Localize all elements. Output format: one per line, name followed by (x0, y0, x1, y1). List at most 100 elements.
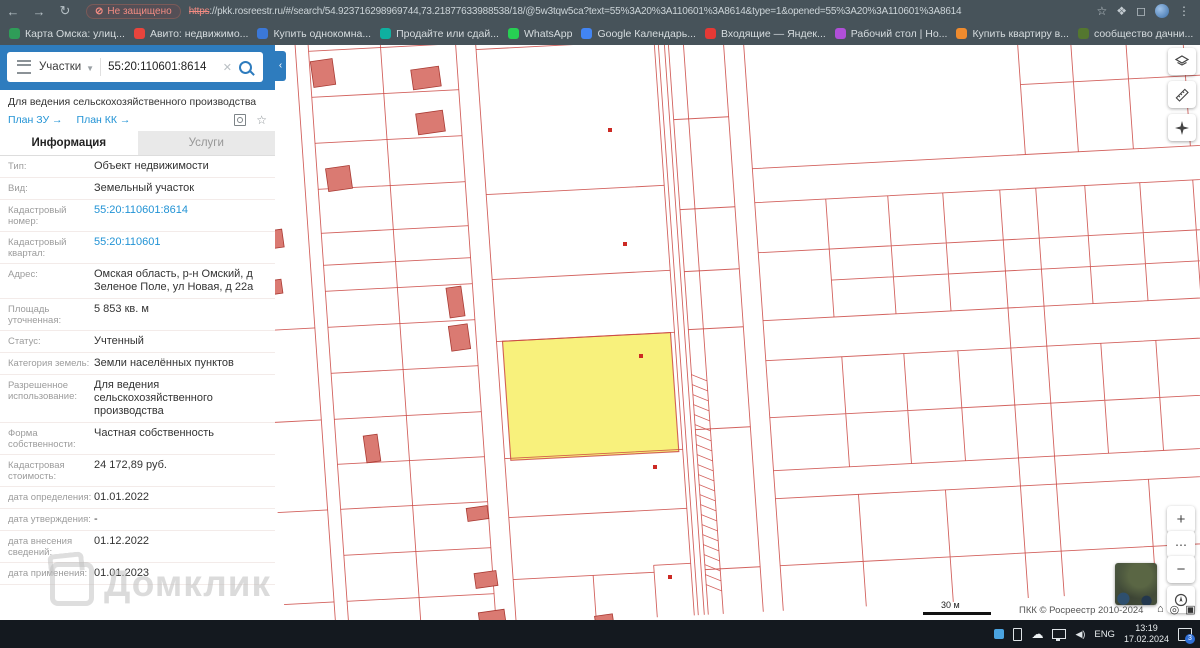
address-bar-row: ← → ↻ ⊘ Не защищено https://pkk.rosreest… (0, 0, 1200, 22)
defender-icon[interactable] (994, 629, 1004, 639)
attribute-label: Форма собственности: (8, 427, 94, 450)
minus-icon: − (1177, 561, 1186, 578)
browser-toolbar: ← → ↻ ⊘ Не защищено https://pkk.rosreest… (0, 0, 1200, 45)
menu-burger-icon[interactable] (17, 60, 31, 74)
divider (100, 58, 101, 76)
chevron-down-icon[interactable]: ▼ (86, 64, 94, 73)
speaker-icon[interactable]: ◀) (1075, 629, 1085, 640)
zoom-to-parcel-icon[interactable] (234, 114, 246, 126)
clear-search-icon[interactable]: ✕ (223, 61, 232, 74)
dots-icon: ⋯ (1175, 538, 1187, 552)
attribute-label: Кадастровый номер: (8, 204, 94, 227)
attribute-row: Кадастровый номер:55:20:110601:8614 (0, 200, 275, 232)
bookmark-star-icon[interactable]: ☆ (1097, 4, 1108, 18)
language-indicator[interactable]: ENG (1094, 629, 1115, 640)
bookmark-item[interactable]: Купить однокомна... (257, 28, 371, 40)
attribute-label: дата утверждения: (8, 513, 94, 526)
url-input[interactable]: https://pkk.rosreestr.ru/#/search/54.923… (189, 6, 1091, 17)
attribute-rows: Тип:Объект недвижимостиВид:Земельный уча… (0, 156, 275, 585)
display-icon[interactable] (1052, 629, 1066, 639)
bookmark-favicon (380, 28, 391, 39)
bookmark-item[interactable]: Купить квартиру в... (956, 28, 1069, 40)
bookmark-item[interactable]: WhatsApp (508, 28, 572, 40)
basemap-thumbnail[interactable] (1115, 563, 1157, 605)
attribute-row: Категория земель:Земли населённых пункто… (0, 353, 275, 375)
bookmark-item[interactable]: Входящие — Яндек... (705, 28, 826, 40)
zoom-in-button[interactable]: + (1167, 506, 1195, 533)
attribute-label: Статус: (8, 335, 94, 348)
building-footprint (326, 165, 353, 191)
highlighted-parcel[interactable] (502, 333, 678, 461)
bookmark-item[interactable]: Продайте или сдай... (380, 28, 499, 40)
notification-badge: 3 (1185, 634, 1195, 644)
tab-services[interactable]: Услуги (138, 131, 276, 155)
tray-date: 17.02.2024 (1124, 634, 1169, 644)
profile-avatar[interactable] (1155, 4, 1169, 18)
map-canvas[interactable] (275, 45, 1200, 620)
menu-dots-icon[interactable]: ⋮ (1178, 4, 1190, 18)
compass-button[interactable] (1168, 114, 1196, 141)
security-badge[interactable]: ⊘ Не защищено (86, 4, 181, 19)
panel-tabs: Информация Услуги (0, 131, 275, 156)
forward-icon[interactable]: → (26, 4, 52, 19)
bookmark-label: Авито: недвижимо... (150, 28, 249, 40)
clock[interactable]: 13:19 17.02.2024 (1124, 623, 1169, 645)
search-box[interactable]: Участки ▼ 55:20:110601:8614 ✕ (7, 52, 263, 82)
back-icon[interactable]: ← (0, 4, 26, 19)
search-category-select[interactable]: Участки (39, 61, 81, 73)
target-icon[interactable]: ◎ (1170, 603, 1180, 616)
building-footprint (363, 434, 381, 463)
bookmark-item[interactable]: Google Календарь... (581, 28, 696, 40)
bookmark-favicon (9, 28, 20, 39)
home-icon[interactable]: ⌂ (1157, 603, 1164, 616)
cadastral-map[interactable]: + ⋯ − 30 м ПКК © Росреестр 2010-2024 ⌂ ◎… (275, 45, 1200, 620)
bookmark-label: Купить квартиру в... (972, 28, 1069, 40)
building-footprint (310, 59, 335, 88)
onedrive-icon[interactable]: ☁ (1031, 628, 1043, 640)
attribute-value-link[interactable]: 55:20:110601:8614 (94, 204, 275, 227)
zoom-out-button[interactable]: − (1167, 556, 1195, 583)
plan-kk-link[interactable]: План КК → (77, 114, 131, 126)
fullscreen-icon[interactable]: ▣ (1185, 603, 1195, 616)
bookmark-item[interactable]: сообщество дачни... (1078, 28, 1193, 40)
security-badge-label: Не защищено (107, 6, 171, 17)
search-icon[interactable] (239, 61, 252, 74)
your-phone-icon[interactable] (1013, 628, 1022, 641)
attribute-label: Разрешенное использование: (8, 379, 94, 418)
attribute-value: - (94, 513, 275, 526)
point-marker (608, 128, 612, 132)
plan-zu-link[interactable]: План ЗУ → (8, 114, 63, 126)
attribute-row: Кадастровая стоимость:24 172,89 руб. (0, 455, 275, 487)
attribute-row: Вид:Земельный участок (0, 178, 275, 200)
attribute-value: 01.01.2022 (94, 491, 275, 504)
bookmark-item[interactable]: Авито: недвижимо... (134, 28, 249, 40)
attribute-label: Тип: (8, 160, 94, 173)
attribute-value-link[interactable]: 55:20:110601 (94, 236, 275, 259)
layers-button[interactable] (1168, 48, 1196, 75)
attribute-row: Статус:Учтенный (0, 331, 275, 353)
search-input[interactable]: 55:20:110601:8614 (108, 61, 216, 73)
reload-icon[interactable]: ↻ (52, 3, 78, 19)
tab-information[interactable]: Информация (0, 131, 138, 155)
plus-icon: + (1177, 511, 1186, 528)
attribute-label: Площадь уточненная: (8, 303, 94, 326)
insecure-icon: ⊘ (95, 6, 103, 17)
attribute-label: Адрес: (8, 268, 94, 294)
panel-collapse-button[interactable]: ‹ (275, 51, 286, 81)
extensions-icon[interactable]: ❖ (1116, 4, 1127, 18)
attribute-value: Омская область, р-н Омский, д Зеленое По… (94, 268, 275, 294)
bookmark-label: WhatsApp (524, 28, 572, 40)
measure-ruler-button[interactable] (1168, 81, 1196, 108)
building-footprint (448, 324, 470, 351)
bookmark-item[interactable]: Рабочий стол | Но... (835, 28, 948, 40)
toolbar-right-icons: ☆ ❖ ◻ ⋮ (1097, 4, 1191, 18)
windows-taskbar: ☁ ◀) ENG 13:19 17.02.2024 3 (0, 620, 1200, 648)
tab-groups-icon[interactable]: ◻ (1136, 4, 1146, 18)
favorite-star-icon[interactable]: ☆ (256, 113, 267, 127)
building-footprint (275, 229, 284, 249)
zoom-options-button[interactable]: ⋯ (1167, 531, 1195, 558)
building-footprint (411, 66, 442, 90)
notifications-icon[interactable]: 3 (1178, 628, 1192, 641)
bookmark-label: Карта Омска: улиц... (25, 28, 125, 40)
bookmark-item[interactable]: Карта Омска: улиц... (9, 28, 125, 40)
